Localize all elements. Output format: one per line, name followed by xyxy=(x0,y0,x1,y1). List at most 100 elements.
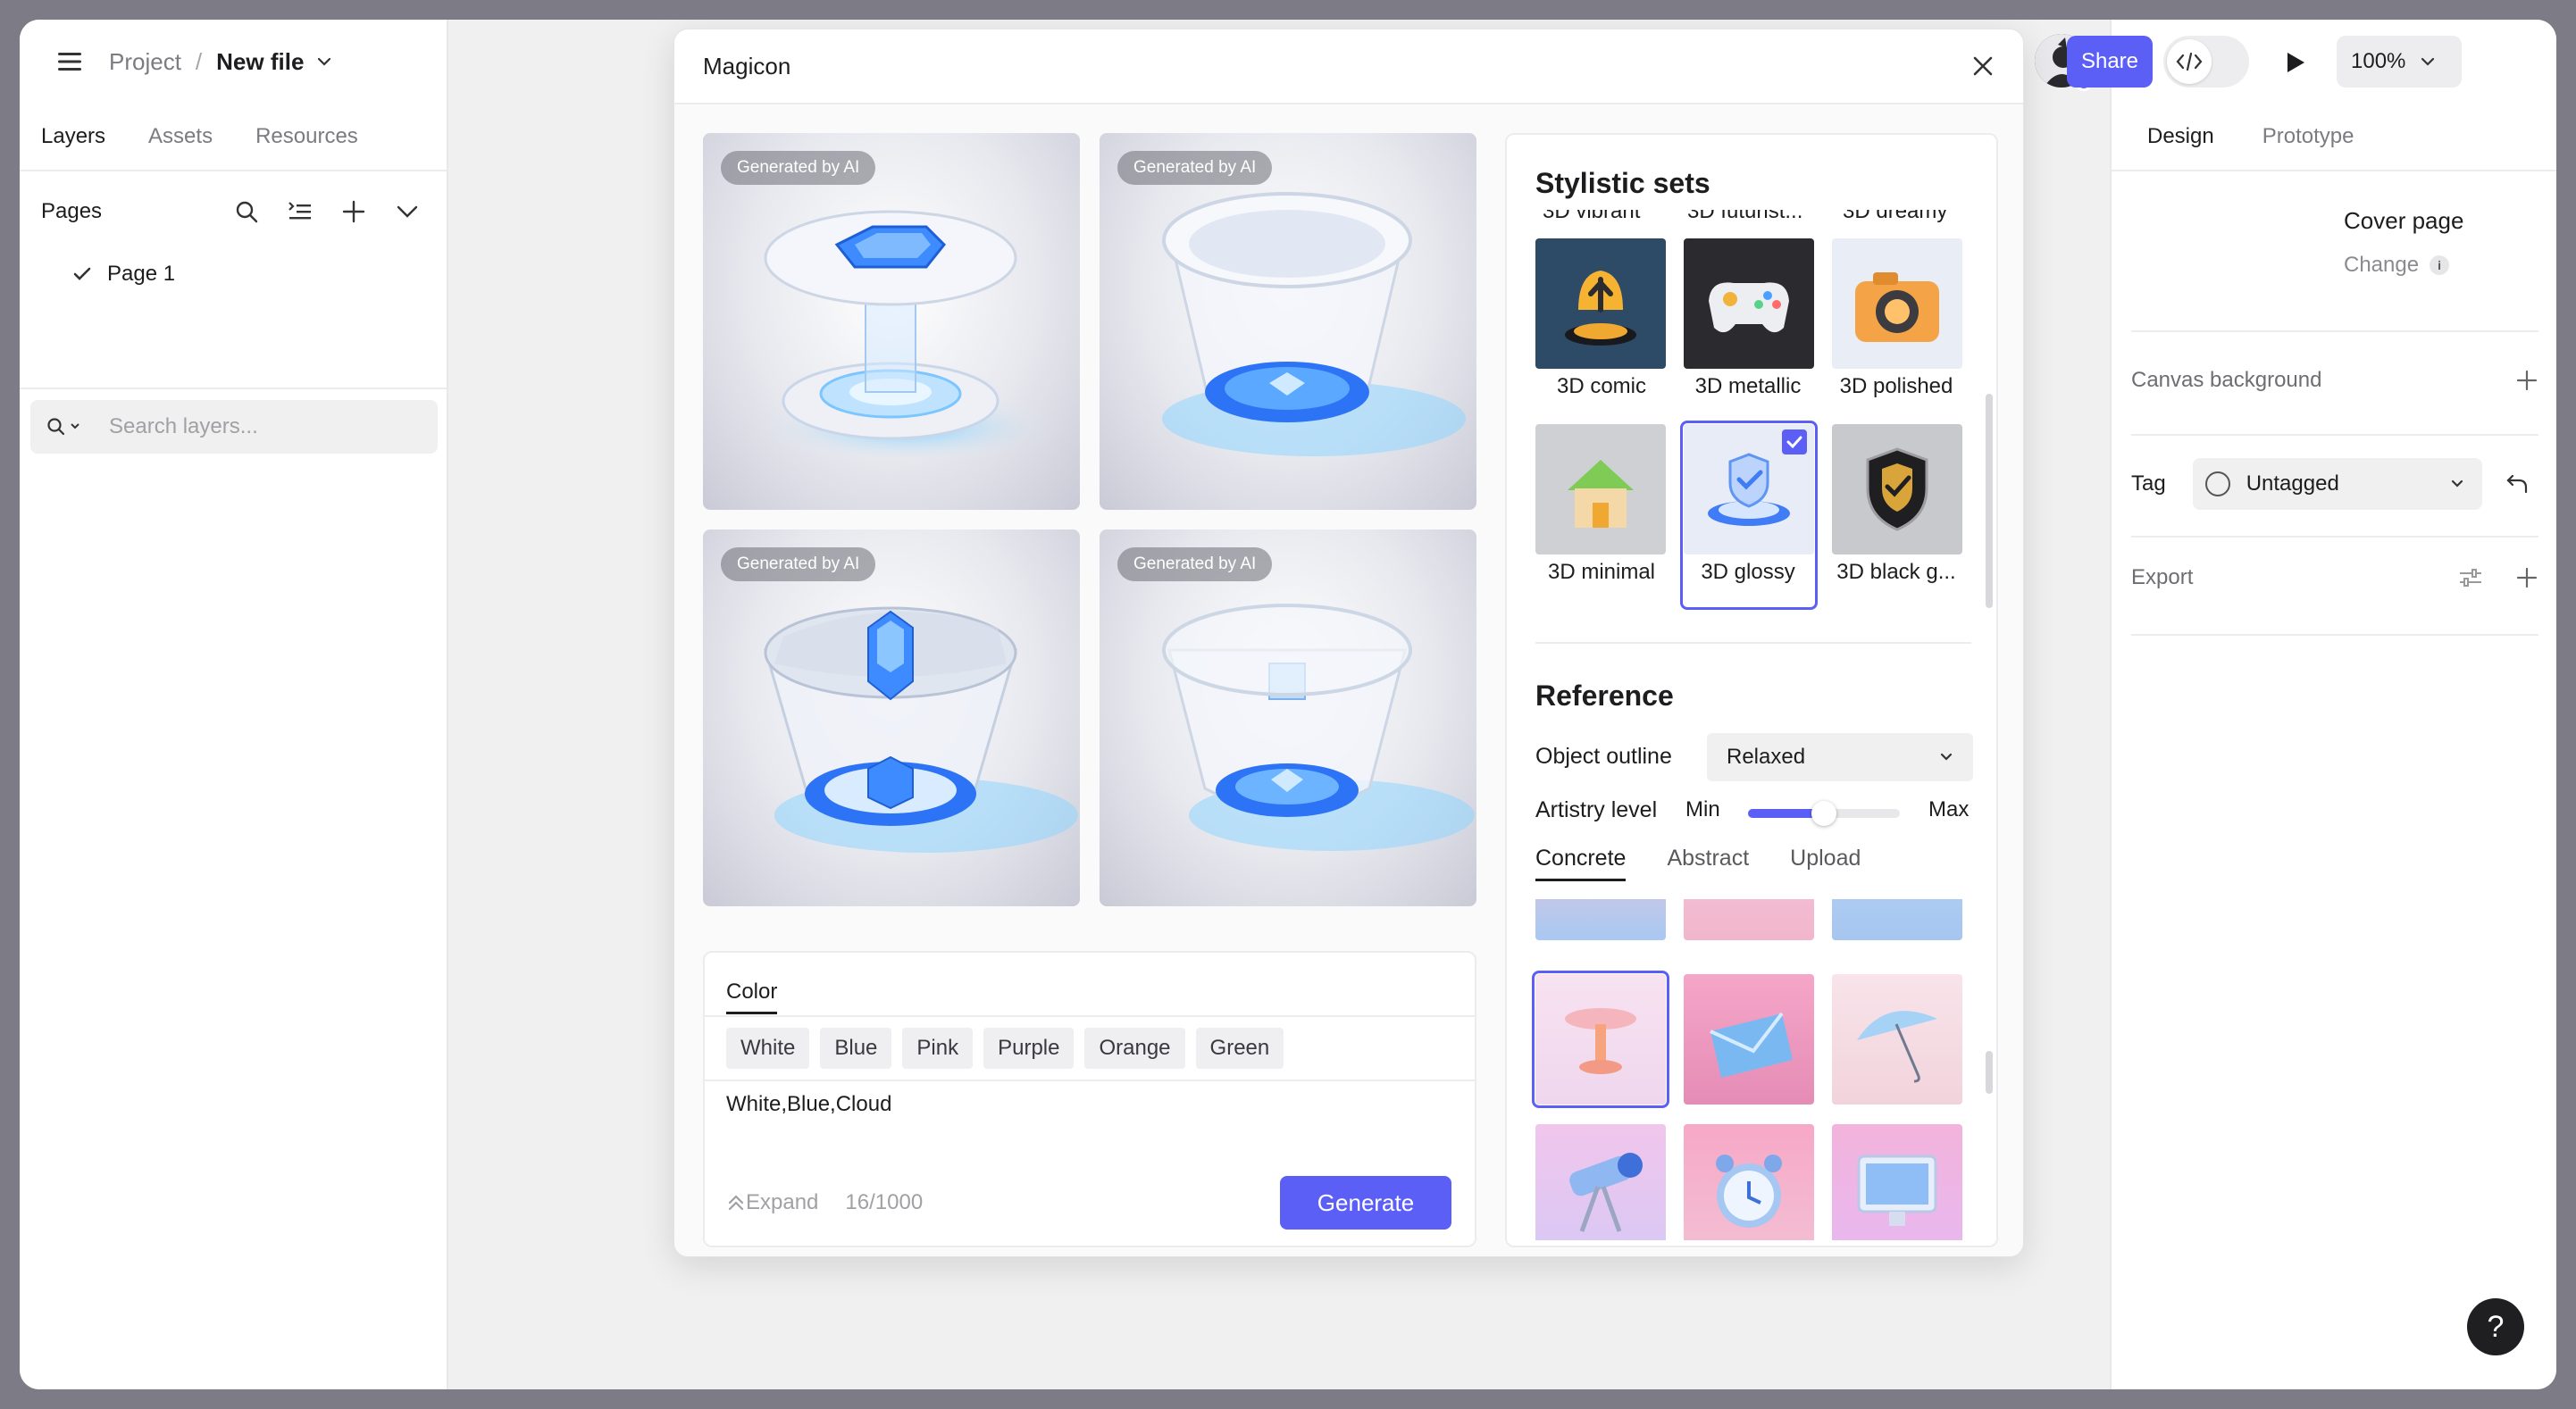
selected-check-icon xyxy=(1782,429,1807,454)
export-label: Export xyxy=(2131,565,2194,589)
collapse-pages-chevron-icon[interactable] xyxy=(389,194,425,229)
artistry-slider[interactable] xyxy=(1748,801,1900,826)
chip-orange[interactable]: Orange xyxy=(1084,1028,1185,1069)
chevron-down-icon xyxy=(1939,753,1953,762)
reference-tile-monitor[interactable] xyxy=(1832,1124,1962,1240)
cover-change-link[interactable]: Change i xyxy=(2344,253,2556,278)
app-window: Project / New file Layers Assets Resourc… xyxy=(20,20,2556,1389)
tag-row: Tag Untagged xyxy=(2131,457,2538,511)
chip-white[interactable]: White xyxy=(726,1028,810,1069)
reference-gallery xyxy=(1530,899,1977,1240)
tab-design[interactable]: Design xyxy=(2147,124,2214,149)
style-label: 3D comic xyxy=(1556,374,1647,398)
tab-prototype[interactable]: Prototype xyxy=(2262,124,2354,149)
reference-tile-umbrella[interactable] xyxy=(1832,974,1962,1105)
check-icon xyxy=(70,267,95,281)
divider xyxy=(2131,536,2538,538)
add-background-icon[interactable] xyxy=(2515,369,2538,392)
generate-button[interactable]: Generate xyxy=(1280,1176,1451,1230)
file-header: Project / New file xyxy=(20,20,447,104)
object-outline-select[interactable]: Relaxed xyxy=(1707,733,1973,781)
prompt-textarea[interactable]: White,Blue,Cloud xyxy=(726,1092,891,1117)
options-panel: Stylistic sets 3D vibrant 3D futurist...… xyxy=(1505,133,1998,1247)
left-panel-tabs: Layers Assets Resources xyxy=(20,104,447,171)
add-page-icon[interactable] xyxy=(336,194,372,229)
reference-tile-envelope[interactable] xyxy=(1684,974,1814,1105)
divider xyxy=(705,1080,1475,1081)
slider-handle[interactable] xyxy=(1811,801,1836,826)
style-tile-3d-polished[interactable] xyxy=(1832,238,1962,369)
add-export-icon[interactable] xyxy=(2515,566,2538,589)
export-settings-icon[interactable] xyxy=(2458,567,2483,588)
tag-circle-icon xyxy=(2204,471,2230,496)
undo-icon[interactable] xyxy=(2505,473,2529,495)
page-list-icon[interactable] xyxy=(282,194,318,229)
tab-assets[interactable]: Assets xyxy=(148,124,213,149)
help-button[interactable]: ? xyxy=(2467,1298,2524,1355)
zoom-dropdown[interactable]: 100% xyxy=(2337,36,2462,88)
chip-blue[interactable]: Blue xyxy=(820,1028,892,1069)
object-outline-value: Relaxed xyxy=(1727,745,1806,769)
generated-image[interactable]: Generated by AI xyxy=(1100,133,1476,510)
chip-green[interactable]: Green xyxy=(1195,1028,1284,1069)
style-tile-3d-minimal[interactable] xyxy=(1535,424,1666,554)
tag-select[interactable]: Untagged xyxy=(2192,458,2482,510)
play-icon[interactable] xyxy=(2274,41,2317,84)
object-outline-label: Object outline xyxy=(1535,744,1672,769)
divider xyxy=(705,1015,1475,1017)
code-icon xyxy=(2167,39,2212,84)
expand-button[interactable]: Expand xyxy=(746,1190,818,1215)
pages-header: Pages xyxy=(20,171,447,252)
reference-title: Reference xyxy=(1535,679,1674,712)
expand-icon[interactable] xyxy=(726,1193,746,1213)
reference-tile-alarm-clock[interactable] xyxy=(1684,1124,1814,1240)
style-label-cut: 3D futurist... xyxy=(1687,210,1803,223)
canvas-background-row: Canvas background xyxy=(2131,363,2538,398)
tab-concrete[interactable]: Concrete xyxy=(1535,846,1627,881)
prompt-footer: Expand 16/1000 xyxy=(726,1190,923,1215)
generated-image[interactable]: Generated by AI xyxy=(703,529,1080,906)
chip-pink[interactable]: Pink xyxy=(902,1028,974,1069)
reference-tile-telescope[interactable] xyxy=(1535,1124,1666,1240)
breadcrumb-file-name[interactable]: New file xyxy=(216,48,304,76)
tab-color[interactable]: Color xyxy=(726,980,778,1014)
reference-tile-table[interactable] xyxy=(1535,974,1666,1105)
page-item[interactable]: Page 1 xyxy=(20,252,447,296)
search-filter-icon[interactable] xyxy=(43,416,86,438)
style-tile-3d-comic[interactable] xyxy=(1535,238,1666,369)
style-tile-3d-black-gold[interactable] xyxy=(1832,424,1962,554)
chip-purple[interactable]: Purple xyxy=(983,1028,1075,1069)
chevron-down-icon xyxy=(2450,479,2464,488)
export-row: Export xyxy=(2131,555,2538,600)
stylistic-sets-title: Stylistic sets xyxy=(1535,167,1710,199)
generated-badge: Generated by AI xyxy=(1117,547,1273,581)
tab-resources[interactable]: Resources xyxy=(255,124,358,149)
stylistic-scrollbar[interactable] xyxy=(1986,394,1993,608)
prompt-panel: Color White Blue Pink Purple Orange Gree… xyxy=(703,951,1476,1247)
chevron-down-icon[interactable] xyxy=(316,56,332,67)
style-tile-3d-metallic[interactable] xyxy=(1684,238,1814,369)
tab-layers[interactable]: Layers xyxy=(41,124,105,149)
reference-tile[interactable] xyxy=(1832,899,1962,940)
generated-badge: Generated by AI xyxy=(1117,151,1273,185)
reference-tile[interactable] xyxy=(1684,899,1814,940)
color-chips: White Blue Pink Purple Orange Green xyxy=(726,1028,1284,1069)
close-icon[interactable] xyxy=(1971,54,1995,78)
tab-abstract[interactable]: Abstract xyxy=(1667,846,1749,881)
reference-tile[interactable] xyxy=(1535,899,1666,940)
right-panel: Share 100% Design Prototype Cover page C… xyxy=(2035,20,2556,1389)
divider xyxy=(1535,642,1971,644)
breadcrumb-project[interactable]: Project xyxy=(109,48,181,76)
generated-image[interactable]: Generated by AI xyxy=(703,133,1080,510)
hamburger-menu-icon[interactable] xyxy=(54,46,86,78)
slider-max-label: Max xyxy=(1928,797,1970,821)
share-button[interactable]: Share xyxy=(2067,36,2153,88)
tab-upload[interactable]: Upload xyxy=(1790,846,1861,881)
generated-image[interactable]: Generated by AI xyxy=(1100,529,1476,906)
generated-badge: Generated by AI xyxy=(721,547,876,581)
search-icon[interactable] xyxy=(229,194,264,229)
style-label: 3D minimal xyxy=(1547,560,1656,584)
search-layers-input[interactable]: Search layers... xyxy=(30,400,438,454)
reference-scrollbar[interactable] xyxy=(1986,1051,1993,1094)
dev-mode-toggle[interactable] xyxy=(2163,36,2249,88)
